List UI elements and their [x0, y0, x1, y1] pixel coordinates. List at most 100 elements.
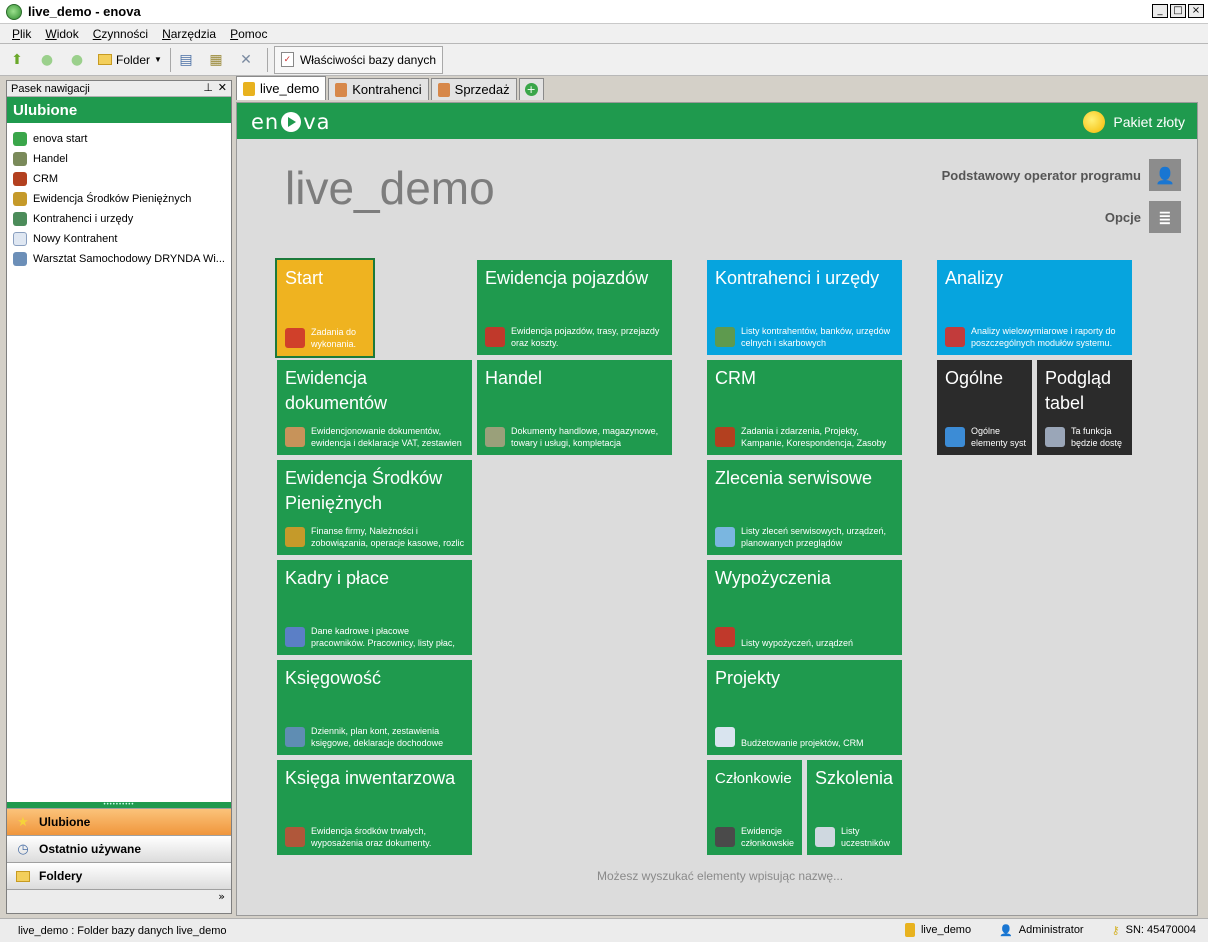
nav-expand-button[interactable]: » — [7, 889, 231, 913]
tile-description: Dokumenty handlowe, magazynowe, towary i… — [511, 426, 659, 448]
tile-kadry[interactable]: Kadry i płace Dane kadrowe i płacowe prac… — [277, 560, 472, 655]
tile-title: Handel — [485, 368, 543, 388]
db-properties-button[interactable]: ✓ Właściwości bazy danych — [273, 45, 443, 74]
tile-projekty[interactable]: Projekty Budżetowanie projektów, CRM — [707, 660, 902, 755]
tile-description: Ewidencjonowanie dokumentów, ewidencja i… — [311, 426, 462, 448]
favorite-item-enova-start[interactable]: enova start — [7, 129, 231, 149]
forward-icon[interactable]: ● — [68, 51, 86, 69]
tile-description: Listy wypożyczeń, urządzeń — [741, 638, 854, 648]
favorite-label: Nowy Kontrahent — [33, 233, 118, 245]
tile-crm[interactable]: CRM Zadania i zdarzenia, Projekty, Kampan… — [707, 360, 902, 455]
operator-label: Podstawowy operator programu — [941, 167, 1141, 183]
favorite-item-nowy-kontrahent[interactable]: Nowy Kontrahent — [7, 229, 231, 249]
favorite-item-crm[interactable]: CRM — [7, 169, 231, 189]
tile-description: Listy uczestników — [841, 826, 891, 848]
tile-analizy[interactable]: Analizy Analizy wielowymiarowe i raporty … — [937, 260, 1132, 355]
tile-title: Księgowość — [285, 668, 382, 688]
form-icon — [13, 252, 27, 266]
coins-icon — [13, 192, 27, 206]
tile-podglad-tabel[interactable]: Podgląd tabel Ta funkcja będzie dostę — [1037, 360, 1132, 455]
menu-czynnosci[interactable]: Czynności — [93, 27, 148, 41]
favorite-item-warsztat[interactable]: Warsztat Samochodowy DRYNDA Wi... — [7, 249, 231, 269]
tile-kontrahenci[interactable]: Kontrahenci i urzędy Listy kontrahentów, … — [707, 260, 902, 355]
nav-button-ulubione[interactable]: ★ Ulubione — [7, 808, 231, 835]
tile-description: Ogólne elementy syst — [971, 426, 1027, 448]
status-bar: live_demo : Folder bazy danych live_demo… — [0, 918, 1208, 942]
tile-handel[interactable]: Handel Dokumenty handlowe, magazynowe, to… — [477, 360, 672, 455]
close-icon[interactable]: × — [1188, 4, 1204, 18]
menu-plik[interactable]: Plik — [12, 27, 31, 41]
folder-button[interactable]: Folder ▼ — [98, 53, 162, 67]
minimize-icon[interactable]: _ — [1152, 4, 1168, 18]
czlonkowie-icon — [715, 827, 735, 847]
tile-ksiegowosc[interactable]: Księgowość Dziennik, plan kont, zestawien… — [277, 660, 472, 755]
tile-description: Zadania i zdarzenia, Projekty, Kampanie,… — [741, 426, 887, 448]
menu-pomoc[interactable]: Pomoc — [230, 27, 267, 41]
tile-description: Ewidencja środków trwałych, wyposażenia … — [311, 826, 432, 848]
tab-kontrahenci[interactable]: Kontrahenci — [328, 78, 429, 100]
tile-ogolne[interactable]: Ogólne Ogólne elementy syst — [937, 360, 1032, 455]
tile-ksiega-inwentarzowa[interactable]: Księga inwentarzowa Ewidencja środków trw… — [277, 760, 472, 855]
options-link[interactable]: Opcje ≣ — [1105, 201, 1181, 233]
tile-wypozyczenia[interactable]: Wypożyczenia Listy wypożyczeń, urządzeń — [707, 560, 902, 655]
database-icon — [904, 923, 915, 937]
close-icon[interactable]: ✕ — [218, 81, 227, 94]
tile-ewidencja-pojazdow[interactable]: Ewidencja pojazdów Ewidencja pojazdów, tr… — [477, 260, 672, 355]
enova-icon — [13, 132, 27, 146]
tile-szkolenia[interactable]: Szkolenia Listy uczestników — [807, 760, 902, 855]
up-arrow-icon[interactable]: ⬆ — [8, 51, 26, 69]
tile-title: Ogólne — [945, 368, 1004, 388]
tile-title: CRM — [715, 368, 756, 388]
favorite-item-ewidencja-srodkow[interactable]: Ewidencja Środków Pieniężnych — [7, 189, 231, 209]
phone-icon — [13, 172, 27, 186]
tile-description: Listy zleceń serwisowych, urządzeń, plan… — [741, 526, 887, 548]
favorite-item-kontrahenci[interactable]: Kontrahenci i urzędy — [7, 209, 231, 229]
tile-title: Ewidencja dokumentów — [285, 368, 388, 413]
tile-description: Ewidencje członkowskie — [741, 826, 795, 848]
back-icon[interactable]: ● — [38, 51, 56, 69]
wypozyczenia-icon — [715, 627, 735, 647]
main-header: en va Pakiet złoty — [237, 103, 1197, 139]
logo-text-en: en — [251, 110, 280, 134]
plus-icon: + — [524, 83, 538, 96]
toolbar-separator — [266, 47, 268, 72]
maximize-icon[interactable]: □ — [1170, 4, 1186, 18]
favorite-label: enova start — [33, 133, 88, 145]
tools-icon[interactable]: ✕ — [237, 51, 255, 69]
add-tab-button[interactable]: + — [518, 78, 544, 100]
menu-widok[interactable]: Widok — [45, 27, 78, 41]
search-hint: Możesz wyszukać elementy wpisując nazwę.… — [597, 869, 844, 883]
nav-button-foldery[interactable]: Foldery — [7, 862, 231, 889]
favorite-item-handel[interactable]: Handel — [7, 149, 231, 169]
status-sn: ⚷ SN: 45470004 — [1112, 924, 1196, 937]
tile-description: Zadania do wykonania. — [311, 327, 357, 349]
options-icon: ≣ — [1149, 201, 1181, 233]
nav-button-ostatnio-uzywane[interactable]: ◷ Ostatnio używane — [7, 835, 231, 862]
status-user: 👤 Administrator — [999, 924, 1084, 937]
folder-label: Folder — [116, 52, 151, 67]
menu-narzedzia[interactable]: Narzędzia — [162, 27, 216, 41]
tile-description: Listy kontrahentów, banków, urzędów celn… — [741, 326, 891, 348]
contacts-icon — [13, 212, 27, 226]
tile-title: Szkolenia — [815, 768, 894, 788]
pin-icon[interactable]: ⊥ — [203, 81, 213, 94]
navigation-panel: Pasek nawigacji ⊥ ✕ Ulubione enova start… — [6, 80, 232, 914]
document-icon — [13, 232, 27, 246]
tile-czlonkowie[interactable]: Członkowie Ewidencje członkowskie — [707, 760, 802, 855]
tile-title: Kadry i płace — [285, 568, 390, 588]
tree-icon[interactable]: ▦ — [207, 51, 225, 69]
tile-start[interactable]: Start Zadania do wykonania. — [275, 258, 375, 358]
podglad-tabel-icon — [1045, 427, 1065, 447]
tile-ewidencja-dokumentow[interactable]: Ewidencja dokumentów Ewidencjonowanie dok… — [277, 360, 472, 455]
package-badge[interactable]: Pakiet złoty — [1083, 111, 1185, 133]
zlecenia-serwisowe-icon — [715, 527, 735, 547]
tile-ewidencja-srodkow[interactable]: Ewidencja Środków Pieniężnych Finanse fir… — [277, 460, 472, 555]
tab-live-demo[interactable]: live_demo — [236, 76, 327, 100]
operator-link[interactable]: Podstawowy operator programu 👤 — [942, 159, 1181, 191]
tab-sprzedaz[interactable]: Sprzedaż — [430, 78, 517, 100]
favorites-list: enova start Handel CRM Ewidencja Środków… — [7, 123, 231, 269]
tile-zlecenia-serwisowe[interactable]: Zlecenia serwisowe Listy zleceń serwisowy… — [707, 460, 902, 555]
window-icon[interactable]: ▤ — [177, 51, 195, 69]
kadry-icon — [285, 627, 305, 647]
tile-description: Ta funkcja będzie dostę — [1071, 426, 1123, 448]
